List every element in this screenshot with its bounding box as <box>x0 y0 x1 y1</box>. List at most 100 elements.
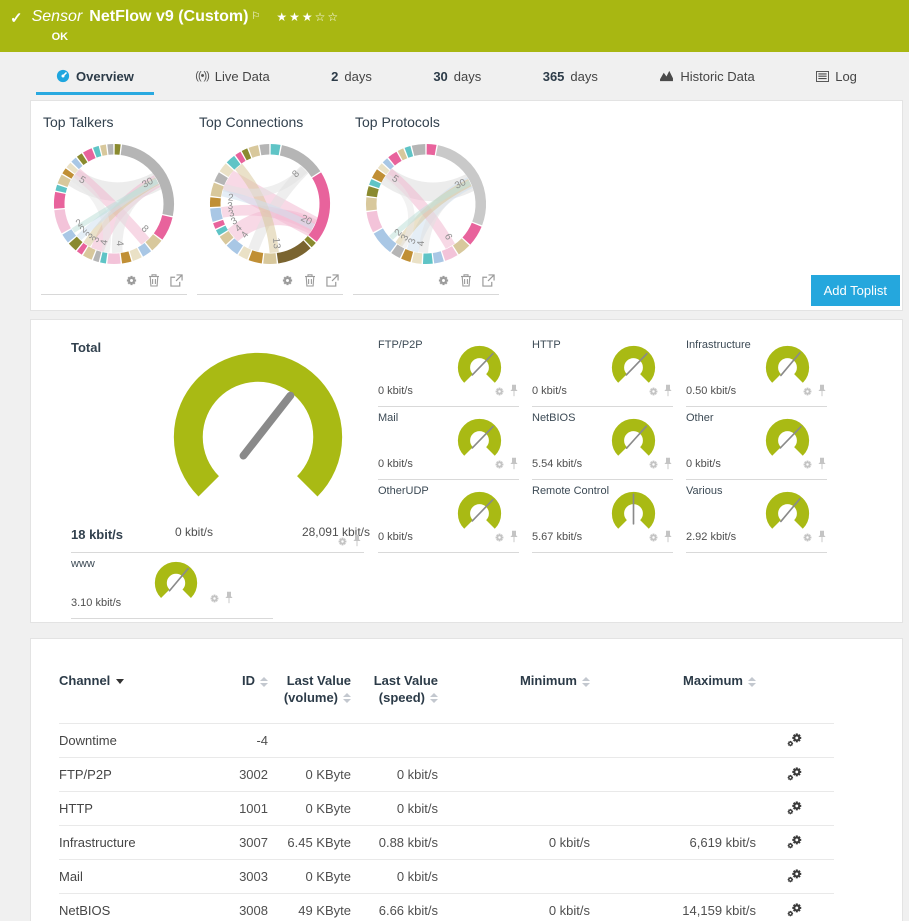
channel-minimum <box>438 791 590 825</box>
toplist-top-connections: Top Connections82013443332 <box>197 114 343 295</box>
gear-icon[interactable] <box>125 273 138 287</box>
small-gear-icon[interactable] <box>648 384 659 402</box>
tab-overview[interactable]: Overview <box>56 52 134 100</box>
trash-icon[interactable] <box>148 273 160 287</box>
pin-icon[interactable] <box>509 384 519 402</box>
channel-last-value-volume: 0 KByte <box>268 859 351 893</box>
small-gear-icon[interactable] <box>648 457 659 475</box>
gauge-label: FTP/P2P <box>378 339 423 351</box>
sensor-kind-label: Sensor <box>32 8 83 25</box>
channel-minimum: 0 kbit/s <box>438 893 590 921</box>
small-gear-icon[interactable] <box>802 384 813 402</box>
column-header-id[interactable]: ID <box>194 669 268 723</box>
open-icon[interactable] <box>482 273 495 287</box>
gauge-actions <box>648 457 673 475</box>
toplist-top-talkers: Top Talkers3058443322 <box>41 114 187 295</box>
settings-gear-icon[interactable] <box>787 803 803 818</box>
pin-icon[interactable] <box>663 384 673 402</box>
tab-label: Log <box>835 69 857 84</box>
small-gear-icon[interactable] <box>494 530 505 548</box>
channel-last-value-speed: 0.88 kbit/s <box>351 825 438 859</box>
tab-30-days[interactable]: 30days <box>433 52 481 100</box>
small-gear-icon[interactable] <box>802 530 813 548</box>
gauge-value: 0 kbit/s <box>686 458 721 470</box>
chord-diagram[interactable]: 3058443322 <box>48 138 180 270</box>
tab-label: Live Data <box>215 69 270 84</box>
gauge-mail: Mail0 kbit/s <box>378 407 519 480</box>
pin-icon[interactable] <box>817 457 827 475</box>
tab-live-data[interactable]: ((•))Live Data <box>195 52 269 100</box>
status-ok-check-icon: ✓ <box>10 9 23 52</box>
flag-icon[interactable]: ⚐ <box>251 11 260 22</box>
channel-last-value-volume: 0 KByte <box>268 757 351 791</box>
small-gear-icon[interactable] <box>209 591 220 609</box>
add-toplist-button[interactable]: Add Toplist <box>811 275 900 306</box>
gear-icon[interactable] <box>437 273 450 287</box>
small-gear-icon[interactable] <box>802 457 813 475</box>
gauge-value: 0 kbit/s <box>378 531 413 543</box>
gauge-various: Various2.92 kbit/s <box>686 480 827 553</box>
gauge-remote-control: Remote Control5.67 kbit/s <box>532 480 673 553</box>
settings-gear-icon[interactable] <box>787 769 803 784</box>
column-header-settings[interactable] <box>756 669 834 723</box>
tab-label: Overview <box>76 69 134 84</box>
small-gear-icon[interactable] <box>494 457 505 475</box>
tab-days-count: 365 <box>543 69 565 84</box>
gauge-value: 5.67 kbit/s <box>532 531 582 543</box>
small-gear-icon[interactable] <box>648 530 659 548</box>
tab-log[interactable]: Log <box>816 52 857 100</box>
open-icon[interactable] <box>170 273 183 287</box>
pin-icon[interactable] <box>352 534 362 552</box>
column-header-minimum[interactable]: Minimum <box>438 669 590 723</box>
open-icon[interactable] <box>326 273 339 287</box>
channel-maximum <box>590 859 756 893</box>
channel-minimum <box>438 723 590 757</box>
small-gear-icon[interactable] <box>337 534 348 552</box>
pin-icon[interactable] <box>817 384 827 402</box>
gauge-actions <box>494 530 519 548</box>
column-header-last_value_speed[interactable]: Last Value(speed) <box>351 669 438 723</box>
column-header-channel[interactable]: Channel <box>59 669 194 723</box>
gauge-value: 0 kbit/s <box>532 385 567 397</box>
priority-stars[interactable]: ★★★☆☆ <box>276 10 340 24</box>
sensor-status-text: OK <box>52 31 341 43</box>
gauge-otherudp: OtherUDP0 kbit/s <box>378 480 519 553</box>
tab-365-days[interactable]: 365 days <box>543 52 598 100</box>
pin-icon[interactable] <box>509 530 519 548</box>
trash-icon[interactable] <box>304 273 316 287</box>
toplist-title: Top Protocols <box>355 114 499 130</box>
small-gear-icon[interactable] <box>494 384 505 402</box>
chord-diagram[interactable]: 82013443332 <box>204 138 336 270</box>
pin-icon[interactable] <box>817 530 827 548</box>
pin-icon[interactable] <box>663 530 673 548</box>
gauge-actions <box>337 534 362 552</box>
settings-gear-icon[interactable] <box>787 735 803 750</box>
channel-last-value-volume <box>268 723 351 757</box>
tab-historic-data[interactable]: Historic Data <box>659 52 754 100</box>
gauge-www: www3.10 kbit/s <box>71 553 273 619</box>
channel-id: 1001 <box>194 791 268 825</box>
pin-icon[interactable] <box>509 457 519 475</box>
channel-name: Infrastructure <box>59 825 194 859</box>
trash-icon[interactable] <box>460 273 472 287</box>
sensor-header: ✓ SensorNetFlow v9 (Custom)⚐★★★☆☆ OK <box>0 0 909 52</box>
channel-name: Mail <box>59 859 194 893</box>
settings-gear-icon[interactable] <box>787 905 803 920</box>
channel-row-downtime: Downtime-4 <box>59 723 834 757</box>
settings-gear-icon[interactable] <box>787 871 803 886</box>
tab-label: days <box>570 69 597 84</box>
settings-gear-icon[interactable] <box>787 837 803 852</box>
chord-diagram[interactable]: 30564332 <box>360 138 492 270</box>
gauge-icon <box>56 69 70 83</box>
channel-row-netbios: NetBIOS300849 KByte6.66 kbit/s0 kbit/s14… <box>59 893 834 921</box>
gauge-value: 0 kbit/s <box>378 385 413 397</box>
pin-icon[interactable] <box>663 457 673 475</box>
tab-2-days[interactable]: 2days <box>331 52 372 100</box>
pin-icon[interactable] <box>224 591 234 609</box>
column-header-maximum[interactable]: Maximum <box>590 669 756 723</box>
column-header-last_value_volume[interactable]: Last Value(volume) <box>268 669 351 723</box>
channel-minimum <box>438 757 590 791</box>
gauge-netbios: NetBIOS5.54 kbit/s <box>532 407 673 480</box>
gauge-actions <box>648 530 673 548</box>
gear-icon[interactable] <box>281 273 294 287</box>
